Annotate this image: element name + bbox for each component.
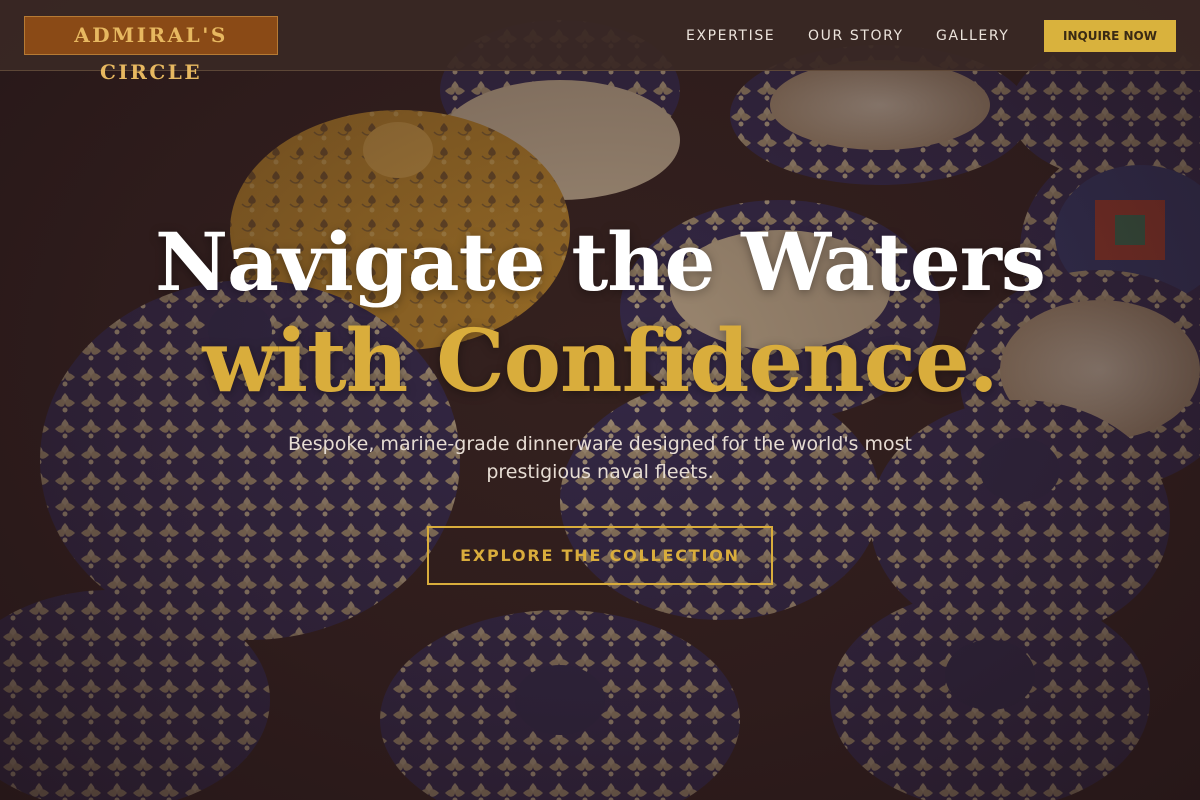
hero-subtext: Bespoke, marine-grade dinnerware designe… [288,433,912,483]
explore-collection-button[interactable]: EXPLORE THE COLLECTION [427,526,773,585]
nav-expertise[interactable]: EXPERTISE [686,27,775,45]
nav-our-story[interactable]: OUR STORY [808,27,904,45]
logo[interactable]: ADMIRAL'S CIRCLE [24,16,278,84]
site-header: ADMIRAL'S CIRCLE EXPERTISE OUR STORY GAL… [0,0,1200,84]
inquire-now-button[interactable]: INQUIRE NOW [1044,20,1176,52]
nav-gallery[interactable]: GALLERY [936,27,1009,45]
hero-headline: Navigate the Waters [155,215,1046,309]
hero-headline-accent: with Confidence. [202,311,998,412]
